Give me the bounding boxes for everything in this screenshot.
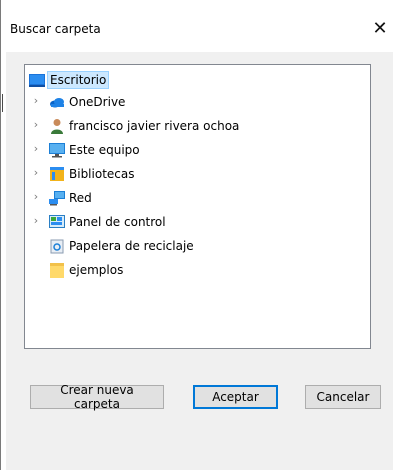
expand-chevron-icon[interactable]: ›	[31, 215, 41, 226]
tree-item-ejemplos[interactable]: ejemplos	[25, 259, 370, 281]
ok-button[interactable]: Aceptar	[193, 385, 278, 409]
window-edge-mark	[2, 94, 3, 112]
tree-item-label: Escritorio	[47, 71, 110, 89]
tree-item-label: francisco javier rivera ochoa	[69, 119, 240, 133]
user-icon	[49, 118, 65, 134]
network-icon	[49, 190, 65, 206]
tree-item-label: Red	[69, 191, 92, 205]
close-button[interactable]: ✕	[368, 16, 392, 40]
onedrive-cloud-icon	[49, 94, 65, 110]
tree-item-label: ejemplos	[69, 263, 124, 277]
expand-chevron-icon[interactable]: ›	[31, 167, 41, 178]
recycle-bin-icon	[49, 238, 65, 254]
expand-chevron-icon[interactable]: ›	[31, 119, 41, 130]
tree-item-bibliotecas[interactable]: › Bibliotecas	[25, 163, 370, 185]
tree-item-panel-de-control[interactable]: › Panel de control	[25, 211, 370, 233]
tree-item-papelera[interactable]: Papelera de reciclaje	[25, 235, 370, 257]
expand-chevron-icon[interactable]: ›	[31, 191, 41, 202]
libraries-icon	[49, 166, 65, 182]
tree-item-label: Bibliotecas	[69, 167, 135, 181]
computer-icon	[49, 142, 65, 158]
tree-item-label: Panel de control	[69, 215, 166, 229]
expand-chevron-icon[interactable]: ›	[31, 143, 41, 154]
tree-item-label: Papelera de reciclaje	[69, 239, 194, 253]
tree-item-red[interactable]: › Red	[25, 187, 370, 209]
control-panel-icon	[49, 214, 65, 230]
tree-item-label: OneDrive	[69, 95, 126, 109]
tree-item-escritorio[interactable]: Escritorio	[25, 69, 370, 91]
folder-tree[interactable]: Escritorio › OneDrive › francisco javier…	[24, 64, 371, 349]
new-folder-button[interactable]: Crear nueva carpeta	[30, 383, 164, 411]
dialog-titlebar: Buscar carpeta ✕	[2, 0, 393, 52]
cancel-button[interactable]: Cancelar	[305, 385, 381, 409]
tree-item-este-equipo[interactable]: › Este equipo	[25, 139, 370, 161]
tree-item-onedrive[interactable]: › OneDrive	[25, 91, 370, 113]
expand-chevron-icon[interactable]: ›	[31, 95, 41, 106]
tree-item-label: Este equipo	[69, 143, 140, 157]
desktop-icon	[29, 72, 45, 88]
folder-icon	[49, 262, 65, 278]
close-icon: ✕	[372, 17, 388, 39]
window-left-border	[0, 0, 1, 470]
dialog-title: Buscar carpeta	[10, 22, 101, 36]
tree-item-user[interactable]: › francisco javier rivera ochoa	[25, 115, 370, 137]
